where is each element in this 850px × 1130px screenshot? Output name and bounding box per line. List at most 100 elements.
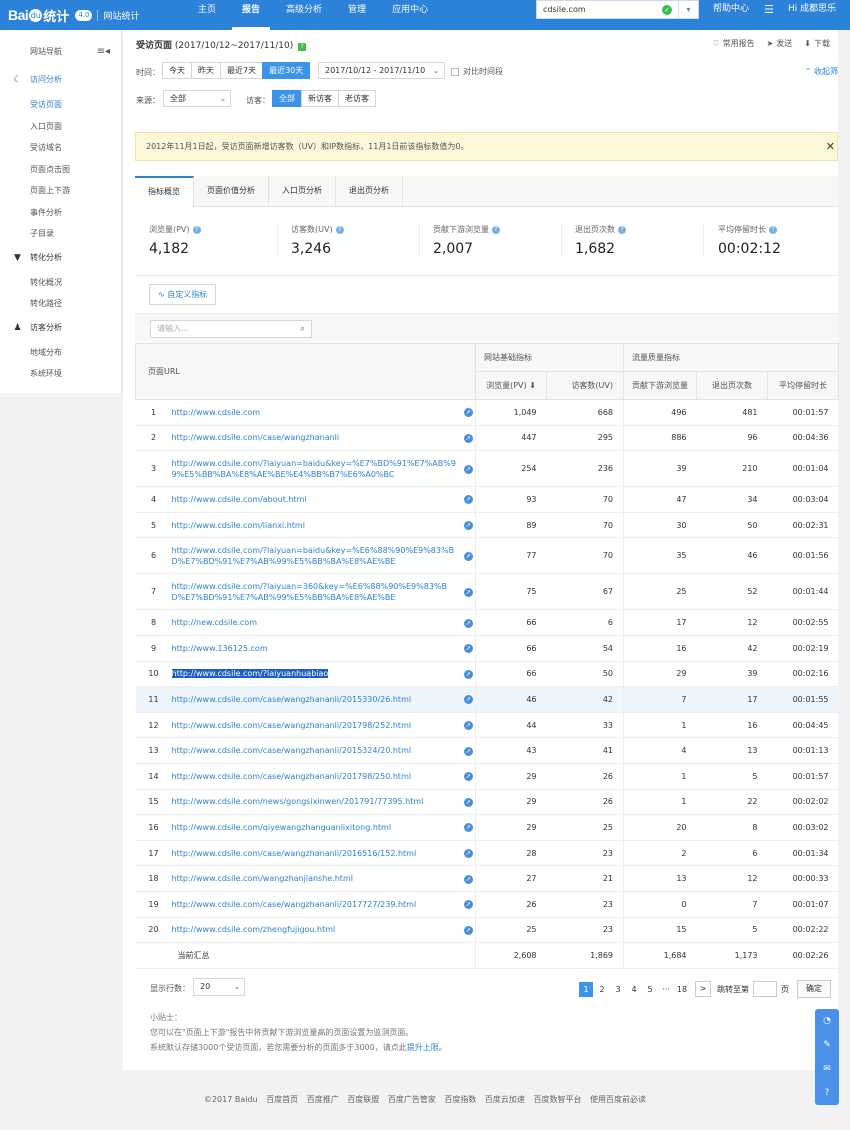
- sidebar-item-conversion-path[interactable]: 转化路径: [30, 298, 62, 309]
- tab-overview[interactable]: 指标概览: [135, 176, 194, 208]
- open-page-icon[interactable]: ↗: [463, 408, 473, 418]
- open-page-icon[interactable]: ↗: [463, 874, 473, 884]
- last-30-days-button[interactable]: 最近30天: [262, 62, 311, 79]
- search-input[interactable]: 请输入... ⌕: [150, 320, 312, 338]
- open-page-icon[interactable]: ↗: [463, 797, 473, 807]
- footer-link[interactable]: 使用百度前必读: [590, 1095, 646, 1104]
- open-page-icon[interactable]: ↗: [463, 746, 473, 756]
- footer-link[interactable]: 百度指数: [444, 1095, 476, 1104]
- sidebar-item-system[interactable]: 系统环境: [30, 368, 62, 379]
- sidebar-item-page-flow[interactable]: 页面上下游: [30, 185, 70, 196]
- page-url-link[interactable]: http://www.cdsile.com/?laiyuan=baidu&key…: [171, 537, 462, 575]
- table-row[interactable]: 8 http://new.cdsile.com ↗ 66 6 17 12 00:02:55: [135, 609, 839, 636]
- page-4[interactable]: 4: [627, 982, 641, 997]
- sidebar-item-subdirs[interactable]: 子目录: [30, 228, 54, 239]
- help-center-link[interactable]: 帮助中心: [713, 0, 749, 18]
- open-page-icon[interactable]: ↗: [463, 587, 473, 597]
- page-url-text[interactable]: http://www.cdsile.com/?laiyuanhuabiao: [171, 669, 329, 679]
- open-page-icon[interactable]: ↗: [463, 772, 473, 782]
- page-url-link[interactable]: http://www.cdsile.com/?laiyuanhuabiao: [171, 661, 462, 688]
- open-page-icon[interactable]: ↗: [463, 669, 473, 679]
- custom-metrics-button[interactable]: ∿ 自定义指标: [149, 284, 217, 305]
- open-page-icon[interactable]: ↗: [463, 433, 473, 443]
- table-row[interactable]: 12 http://www.cdsile.com/case/wangzhananl…: [135, 712, 839, 739]
- help-icon[interactable]: ?: [492, 225, 500, 234]
- nav-apps[interactable]: 应用中心: [382, 0, 438, 30]
- baidu-tongji-logo[interactable]: Bai du 统计 4.0 网站统计: [8, 5, 139, 25]
- open-page-icon[interactable]: ↗: [463, 551, 473, 561]
- help-icon[interactable]: ?: [335, 225, 344, 234]
- returning-visitors-button[interactable]: 老访客: [338, 90, 376, 107]
- download-button[interactable]: ⬇ 下载: [804, 38, 830, 49]
- page-url-text[interactable]: http://www.cdsile.com/qiyewangzhanguanli…: [172, 823, 392, 832]
- page-url-text[interactable]: http://www.cdsile.com/news/gongsixinwen/…: [172, 797, 424, 806]
- col-header-avg-time[interactable]: 平均停留时长: [767, 371, 840, 400]
- open-page-icon[interactable]: ↗: [463, 900, 473, 910]
- table-row[interactable]: 1 http://www.cdsile.com ↗ 1,049 668 496 481 00:…: [135, 399, 839, 426]
- last-7-days-button[interactable]: 最近7天: [220, 62, 264, 79]
- page-url-text[interactable]: http://www.cdsile.com/case/wangzhananli/…: [172, 900, 417, 909]
- sidebar-item-entry-pages[interactable]: 入口页面: [30, 121, 62, 132]
- page-url-link[interactable]: http://www.cdsile.com/about.html: [171, 486, 462, 513]
- page-3[interactable]: 3: [611, 982, 625, 997]
- page-2[interactable]: 2: [595, 982, 609, 997]
- jump-page-input[interactable]: [753, 981, 777, 997]
- new-visitors-button[interactable]: 新访客: [301, 90, 339, 107]
- page-url-text[interactable]: http://www.cdsile.com/case/wangzhananli: [172, 433, 340, 442]
- close-icon[interactable]: ✕: [826, 133, 835, 160]
- table-row[interactable]: 2 http://www.cdsile.com/case/wangzhananli…: [135, 425, 839, 452]
- page-url-text[interactable]: http://www.cdsile.com/case/wangzhananli/…: [172, 721, 412, 730]
- site-selector[interactable]: cdsile.com ✓ ▾: [536, 0, 699, 19]
- feedback-icon[interactable]: ◔: [815, 1009, 839, 1033]
- page-url-link[interactable]: http://www.cdsile.com/case/wangzhananli/…: [171, 891, 462, 918]
- chevron-down-icon[interactable]: ▾: [678, 1, 698, 18]
- open-page-icon[interactable]: ↗: [463, 721, 473, 731]
- page-url-text[interactable]: http://www.cdsile.com/?laiyuan=baidu&key…: [172, 459, 456, 479]
- footer-link[interactable]: 百度推广: [307, 1095, 339, 1104]
- raise-limit-link[interactable]: 提升上限: [407, 1043, 439, 1052]
- send-button[interactable]: ➤ 发送: [767, 38, 793, 49]
- open-page-icon[interactable]: ↗: [463, 521, 473, 531]
- date-range-picker[interactable]: 2017/10/12 - 2017/11/10 ⌄: [318, 62, 445, 79]
- yesterday-button[interactable]: 昨天: [191, 62, 221, 79]
- tab-entry-analysis[interactable]: 入口页分析: [269, 176, 336, 207]
- sidebar-group-conversion[interactable]: ▼ 转化分析: [12, 252, 62, 263]
- next-page-button[interactable]: >: [695, 981, 711, 997]
- open-page-icon[interactable]: ↗: [463, 925, 473, 935]
- nav-reports[interactable]: 报告: [232, 0, 271, 30]
- page-url-link[interactable]: http://www.cdsile.com/?laiyuan=360&key=%…: [171, 573, 462, 611]
- page-url-link[interactable]: http://www.cdsile.com/wangzhanjianshe.ht…: [171, 865, 462, 892]
- help-icon[interactable]: ?: [192, 225, 201, 234]
- sidebar-item-conversion-overview[interactable]: 转化概况: [30, 277, 62, 288]
- open-page-icon[interactable]: ↗: [463, 644, 473, 654]
- collapse-filter-link[interactable]: ⌃ 收起筛: [805, 66, 838, 77]
- page-url-text[interactable]: http://www.cdsile.com/about.html: [172, 495, 307, 504]
- open-page-icon[interactable]: ↗: [463, 849, 473, 859]
- help-icon[interactable]: ?: [769, 225, 777, 234]
- page-url-link[interactable]: http://www.cdsile.com/qiyewangzhanguanli…: [171, 814, 462, 841]
- page-url-text[interactable]: http://www.cdsile.com/case/wangzhananli/…: [172, 772, 412, 781]
- page-url-text[interactable]: http://www.cdsile.com/?laiyuan=360&key=%…: [172, 582, 448, 602]
- sidebar-group-visitor[interactable]: ♟ 访客分析: [12, 322, 62, 333]
- footer-link[interactable]: 百度首页: [266, 1095, 298, 1104]
- nav-manage[interactable]: 管理: [338, 0, 376, 30]
- table-row[interactable]: 14 http://www.cdsile.com/case/wangzhananl…: [135, 763, 839, 790]
- tab-exit-analysis[interactable]: 退出页分析: [336, 176, 403, 207]
- compare-checkbox[interactable]: [451, 67, 459, 76]
- collapse-sidebar-icon[interactable]: ≡◂: [97, 38, 110, 66]
- table-row[interactable]: 17 http://www.cdsile.com/case/wangzhananl…: [135, 840, 839, 867]
- page-url-text[interactable]: http://www.cdsile.com/case/wangzhananli/…: [172, 849, 417, 858]
- jump-ok-button[interactable]: 确定: [797, 980, 831, 998]
- page-url-text[interactable]: http://www.cdsile.com/case/wangzhananli/…: [172, 695, 412, 704]
- page-url-text[interactable]: http://www.cdsile.com: [172, 408, 261, 417]
- page-1[interactable]: 1: [579, 981, 593, 997]
- rows-per-page-select[interactable]: 20 ⌄: [193, 978, 245, 996]
- chat-icon[interactable]: ✉: [815, 1057, 839, 1081]
- footer-link[interactable]: 百度数智平台: [533, 1095, 581, 1104]
- nav-home[interactable]: 主页: [188, 0, 226, 30]
- page-url-text[interactable]: http://new.cdsile.com: [172, 618, 258, 627]
- sidebar-item-domains[interactable]: 受访域名: [30, 142, 62, 153]
- col-header-uv[interactable]: 访客数(UV): [546, 371, 625, 400]
- search-icon[interactable]: ⌕: [300, 321, 305, 337]
- table-row[interactable]: 13 http://www.cdsile.com/case/wangzhananl…: [135, 737, 839, 764]
